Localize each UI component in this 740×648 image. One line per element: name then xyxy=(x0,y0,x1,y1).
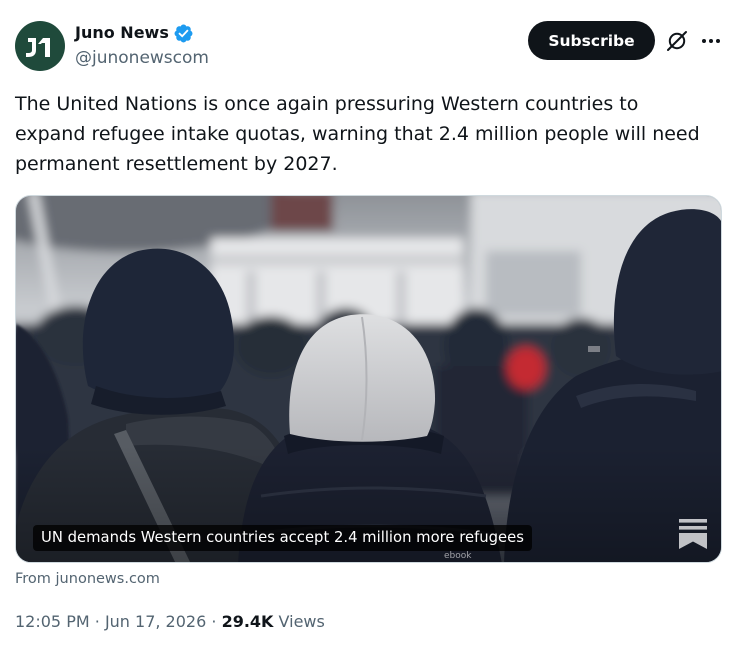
card-source-link[interactable]: From junonews.com xyxy=(15,570,160,588)
meta-separator: · xyxy=(211,612,217,631)
more-icon[interactable] xyxy=(699,29,723,53)
article-photo xyxy=(16,196,721,562)
link-card[interactable]: ebook UN demands Western countries accep… xyxy=(15,195,722,563)
author-name-row: Juno News xyxy=(75,22,194,44)
post-meta: 12:05 PM · Jun 17, 2026 · 29.4K Views xyxy=(15,611,325,633)
juno-news-logo xyxy=(26,38,50,57)
grok-icon[interactable] xyxy=(665,29,689,53)
views-count: 29.4K xyxy=(221,612,274,631)
subscribe-button[interactable]: Subscribe xyxy=(528,21,655,60)
card-caption: UN demands Western countries accept 2.4 … xyxy=(33,525,532,551)
avatar[interactable] xyxy=(15,21,65,71)
post-text: The United Nations is once again pressur… xyxy=(15,93,700,175)
verified-badge-icon xyxy=(173,23,194,44)
post-time[interactable]: 12:05 PM xyxy=(15,612,90,631)
photo-jacket-text: ebook xyxy=(444,551,472,561)
red-hood xyxy=(507,347,545,389)
views-label: Views xyxy=(278,612,325,631)
red-blur xyxy=(271,196,333,231)
logo-letter-j xyxy=(26,38,36,57)
author-name[interactable]: Juno News xyxy=(75,22,169,44)
jacket-tag xyxy=(588,346,600,352)
substack-icon xyxy=(679,519,707,549)
meta-separator: · xyxy=(94,612,100,631)
post-date[interactable]: Jun 17, 2026 xyxy=(105,612,206,631)
author-handle[interactable]: @junonewscom xyxy=(75,47,209,69)
